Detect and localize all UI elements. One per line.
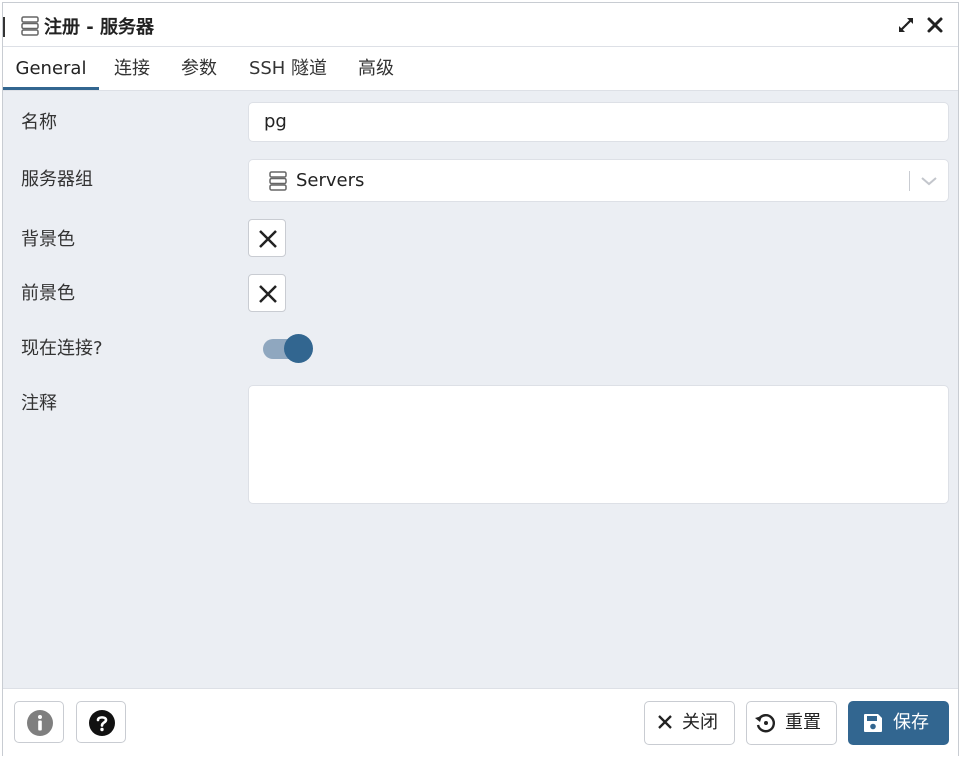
info-button[interactable]: [14, 701, 64, 743]
info-icon: [27, 710, 53, 736]
connect-now-label: 现在连接?: [21, 338, 103, 359]
foreground-color-label: 前景色: [21, 283, 75, 304]
dialog-titlebar[interactable]: 注册 - 服务器: [3, 3, 958, 47]
help-button[interactable]: [76, 701, 126, 743]
comments-textarea[interactable]: [248, 385, 949, 504]
dialog-footer: 关闭 重置 保存: [3, 688, 958, 757]
reset-icon: [755, 714, 775, 733]
close-icon[interactable]: [926, 16, 944, 34]
foreground-color-picker[interactable]: [248, 274, 286, 312]
name-label: 名称: [21, 112, 57, 133]
tab-parameters[interactable]: 参数: [176, 47, 222, 90]
save-button-label: 保存: [893, 712, 929, 733]
close-icon: [658, 715, 672, 729]
toggle-knob: [284, 334, 313, 363]
register-server-dialog: 注册 - 服务器 General 连接 参数 SSH 隧道 高级 名称 pg 服…: [2, 2, 959, 757]
server-group-select[interactable]: Servers: [248, 159, 949, 202]
close-button-label: 关闭: [682, 712, 718, 733]
maximize-icon[interactable]: [897, 16, 915, 34]
background-color-picker[interactable]: [248, 219, 286, 257]
background-color-label: 背景色: [21, 229, 75, 250]
connect-now-toggle[interactable]: [263, 334, 315, 364]
reset-button-label: 重置: [785, 712, 821, 733]
tab-general[interactable]: General: [3, 47, 99, 90]
dialog-title: 注册 - 服务器: [44, 17, 155, 38]
tab-ssh-tunnel[interactable]: SSH 隧道: [243, 47, 333, 90]
comments-label: 注释: [21, 393, 57, 414]
form-body: 名称 pg 服务器组 Servers 背景色 前景色 现在连接? 注释: [3, 91, 958, 688]
clear-color-icon: [259, 285, 277, 303]
name-input[interactable]: pg: [248, 102, 949, 142]
select-separator: [909, 171, 910, 191]
tab-bar: General 连接 参数 SSH 隧道 高级: [3, 47, 958, 91]
server-icon: [21, 16, 39, 36]
tab-advanced[interactable]: 高级: [353, 47, 399, 90]
server-icon: [269, 171, 287, 191]
clear-color-icon: [259, 230, 277, 248]
chevron-down-icon[interactable]: [920, 173, 938, 189]
help-icon: [89, 710, 115, 736]
save-icon: [864, 714, 882, 732]
tab-connection[interactable]: 连接: [109, 47, 155, 90]
close-button[interactable]: 关闭: [644, 701, 735, 745]
server-group-value: Servers: [296, 170, 365, 191]
reset-button[interactable]: 重置: [746, 701, 837, 745]
save-button[interactable]: 保存: [848, 701, 949, 745]
active-tab-indicator: [3, 87, 99, 90]
server-group-label: 服务器组: [21, 169, 93, 190]
